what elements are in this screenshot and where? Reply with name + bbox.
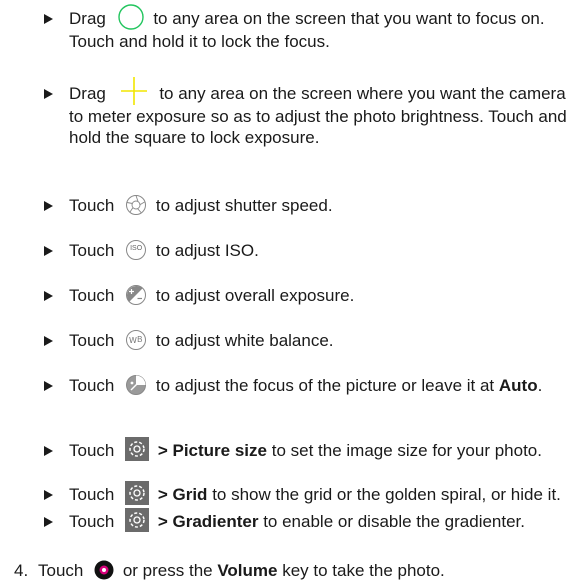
item-text: to adjust ISO. — [155, 241, 259, 260]
item-text: to adjust white balance. — [155, 331, 334, 350]
item-text: Touch — [69, 331, 115, 350]
item-text: Touch — [69, 286, 115, 305]
list-item: Touch to adjust shutter speed. — [44, 194, 569, 216]
numbered-step: 4. Touch or press the Volume key to take… — [14, 560, 445, 581]
list-item: Touch W B to adjust white balance. — [44, 329, 569, 351]
item-text: Touch — [69, 196, 115, 215]
focus-circle-icon — [117, 3, 145, 31]
list-item: Touch ISO to adjust ISO. — [44, 239, 569, 261]
item-text: Drag — [69, 9, 106, 28]
settings-gear-icon — [125, 480, 150, 505]
item-text: Touch — [69, 241, 115, 260]
settings-gear-icon — [125, 436, 150, 461]
bullet-arrow — [44, 246, 53, 256]
shutter-speed-icon — [125, 194, 147, 216]
item-text: . — [537, 376, 543, 395]
bullet-arrow — [44, 201, 53, 211]
list-item: Touch > Gradienter to enable or disable … — [44, 507, 569, 532]
bullet-arrow — [44, 517, 53, 527]
bold-term: > Grid — [157, 485, 208, 504]
item-text: to set the image size for your photo. — [271, 441, 542, 460]
list-item: Touch > Grid to show the grid or the gol… — [44, 480, 569, 505]
list-item: Touch to adjust overall exposure. — [44, 284, 569, 306]
item-text: to adjust the focus of the picture or le… — [155, 376, 495, 395]
iso-icon-label: ISO — [130, 244, 143, 252]
iso-icon: ISO — [125, 239, 147, 261]
exposure-crosshair-icon — [119, 76, 149, 106]
settings-gear-icon — [125, 507, 150, 532]
shutter-button-icon — [94, 560, 114, 580]
item-text: to adjust shutter speed. — [155, 196, 333, 215]
bullet-arrow — [44, 381, 53, 391]
item-text: to adjust overall exposure. — [155, 286, 355, 305]
item-text: to enable or disable the gradienter. — [263, 512, 526, 531]
bold-term: > Gradienter — [157, 512, 259, 531]
focus-adjust-icon — [125, 374, 147, 396]
white-balance-icon: W B — [125, 329, 147, 351]
bullet-arrow — [44, 14, 53, 24]
item-text: Touch — [69, 512, 115, 531]
bullet-arrow — [44, 291, 53, 301]
bullet-arrow — [44, 89, 53, 99]
exposure-compensation-icon — [125, 284, 147, 306]
step-number: 4. — [14, 561, 29, 580]
bullet-arrow — [44, 490, 53, 500]
white-balance-icon-label: B — [137, 334, 143, 344]
bullet-arrow — [44, 446, 53, 456]
item-text: Touch — [38, 561, 84, 580]
item-text: to show the grid or the golden spiral, o… — [212, 485, 561, 504]
item-text: Touch — [69, 376, 115, 395]
list-item: Touch > Picture size to set the image si… — [44, 436, 569, 461]
item-text: key to take the photo. — [282, 561, 445, 580]
bold-term: > Picture size — [157, 441, 267, 460]
bullet-arrow — [44, 336, 53, 346]
list-item: Touch to adjust the focus of the picture… — [44, 374, 569, 396]
bold-term: Auto — [498, 376, 538, 395]
item-text: Touch — [69, 485, 115, 504]
item-text: Drag — [69, 84, 106, 103]
item-text: Touch — [69, 441, 115, 460]
list-item: Drag to any area on the screen that you … — [44, 3, 569, 52]
bold-term: Volume — [217, 561, 278, 580]
list-item: Drag to any area on the screen where you… — [44, 76, 569, 148]
svg-text:W: W — [129, 336, 137, 345]
item-text: or press the — [122, 561, 213, 580]
